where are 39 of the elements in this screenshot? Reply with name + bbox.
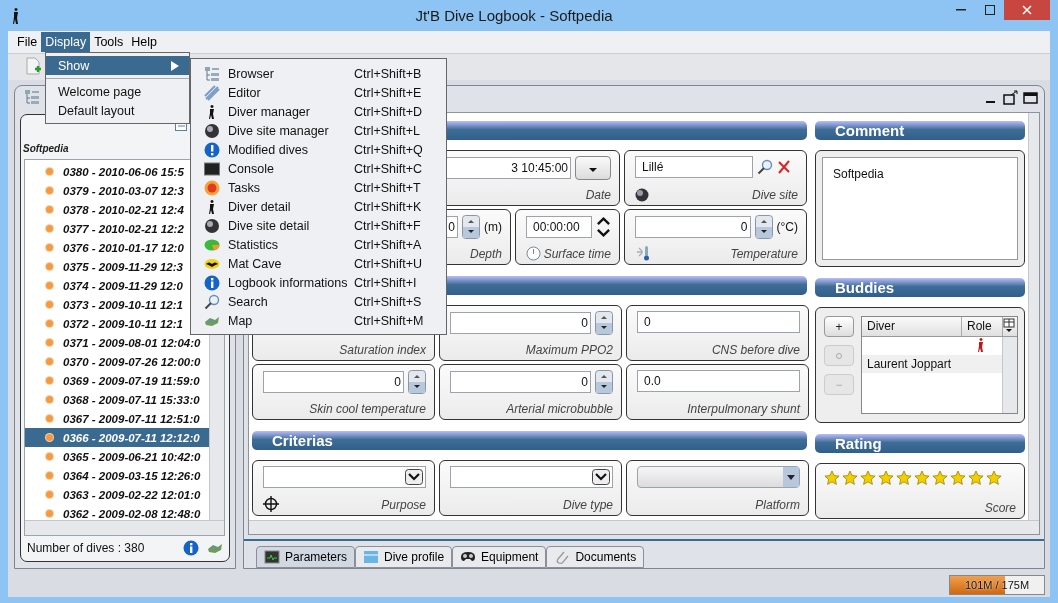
window-title: Jt'B Dive Logbook - Softpedia <box>414 7 614 24</box>
shortcut-label: Ctrl+Shift+B <box>354 66 423 81</box>
field-label: Skin cool temperature <box>309 402 426 416</box>
field-label: Maximum PPO2 <box>525 343 613 357</box>
shortcut-label: Ctrl+Shift+A <box>354 237 423 252</box>
field-label: Temperature <box>730 247 798 261</box>
field-label: Dive type <box>562 498 613 512</box>
field-label: Surface time <box>543 247 611 261</box>
shortcut-label: Ctrl+Shift+C <box>354 161 424 176</box>
unit-label: (°C) <box>776 220 798 234</box>
shortcut-label: Ctrl+Shift+S <box>354 294 423 309</box>
shortcut-label: Ctrl+Shift+I <box>354 275 418 290</box>
shortcut-label: Ctrl+Shift+E <box>354 85 423 100</box>
shortcut-label: Ctrl+Shift+U <box>354 256 424 271</box>
shortcut-label: Ctrl+Shift+K <box>354 199 423 214</box>
field-label: Platform <box>755 498 800 512</box>
shortcut-label: Ctrl+Shift+D <box>354 104 424 119</box>
shortcut-label: Ctrl+Shift+L <box>354 123 421 138</box>
shortcut-label: Ctrl+Shift+T <box>354 180 422 195</box>
field-label: Dive site <box>752 188 798 202</box>
shortcut-label: Ctrl+Shift+M <box>354 313 425 328</box>
field-label: Depth <box>469 247 502 261</box>
section-header: Comment <box>815 121 1025 140</box>
field-label: Saturation index <box>339 343 426 357</box>
table-cell: Laurent Joppart <box>862 355 1002 373</box>
dive-count: Number of dives : 380 <box>27 541 146 555</box>
field-label: Interpulmonary shunt <box>687 402 800 416</box>
shortcut-label: Ctrl+Shift+Q <box>354 142 424 157</box>
section-header: Criterias <box>252 431 807 450</box>
section-header: Rating <box>815 434 1025 453</box>
tree-root-label: Softpedia <box>22 142 69 156</box>
field-label: Date <box>585 188 611 202</box>
section-header: Buddies <box>815 278 1025 297</box>
shortcut-label: Ctrl+Shift+F <box>354 218 422 233</box>
field-label: CNS before dive <box>711 343 800 357</box>
field-label: Purpose <box>381 498 426 512</box>
field-label: Score <box>984 501 1016 515</box>
unit-label: (m) <box>484 220 502 234</box>
field-label: Arterial microbubble <box>506 402 613 416</box>
